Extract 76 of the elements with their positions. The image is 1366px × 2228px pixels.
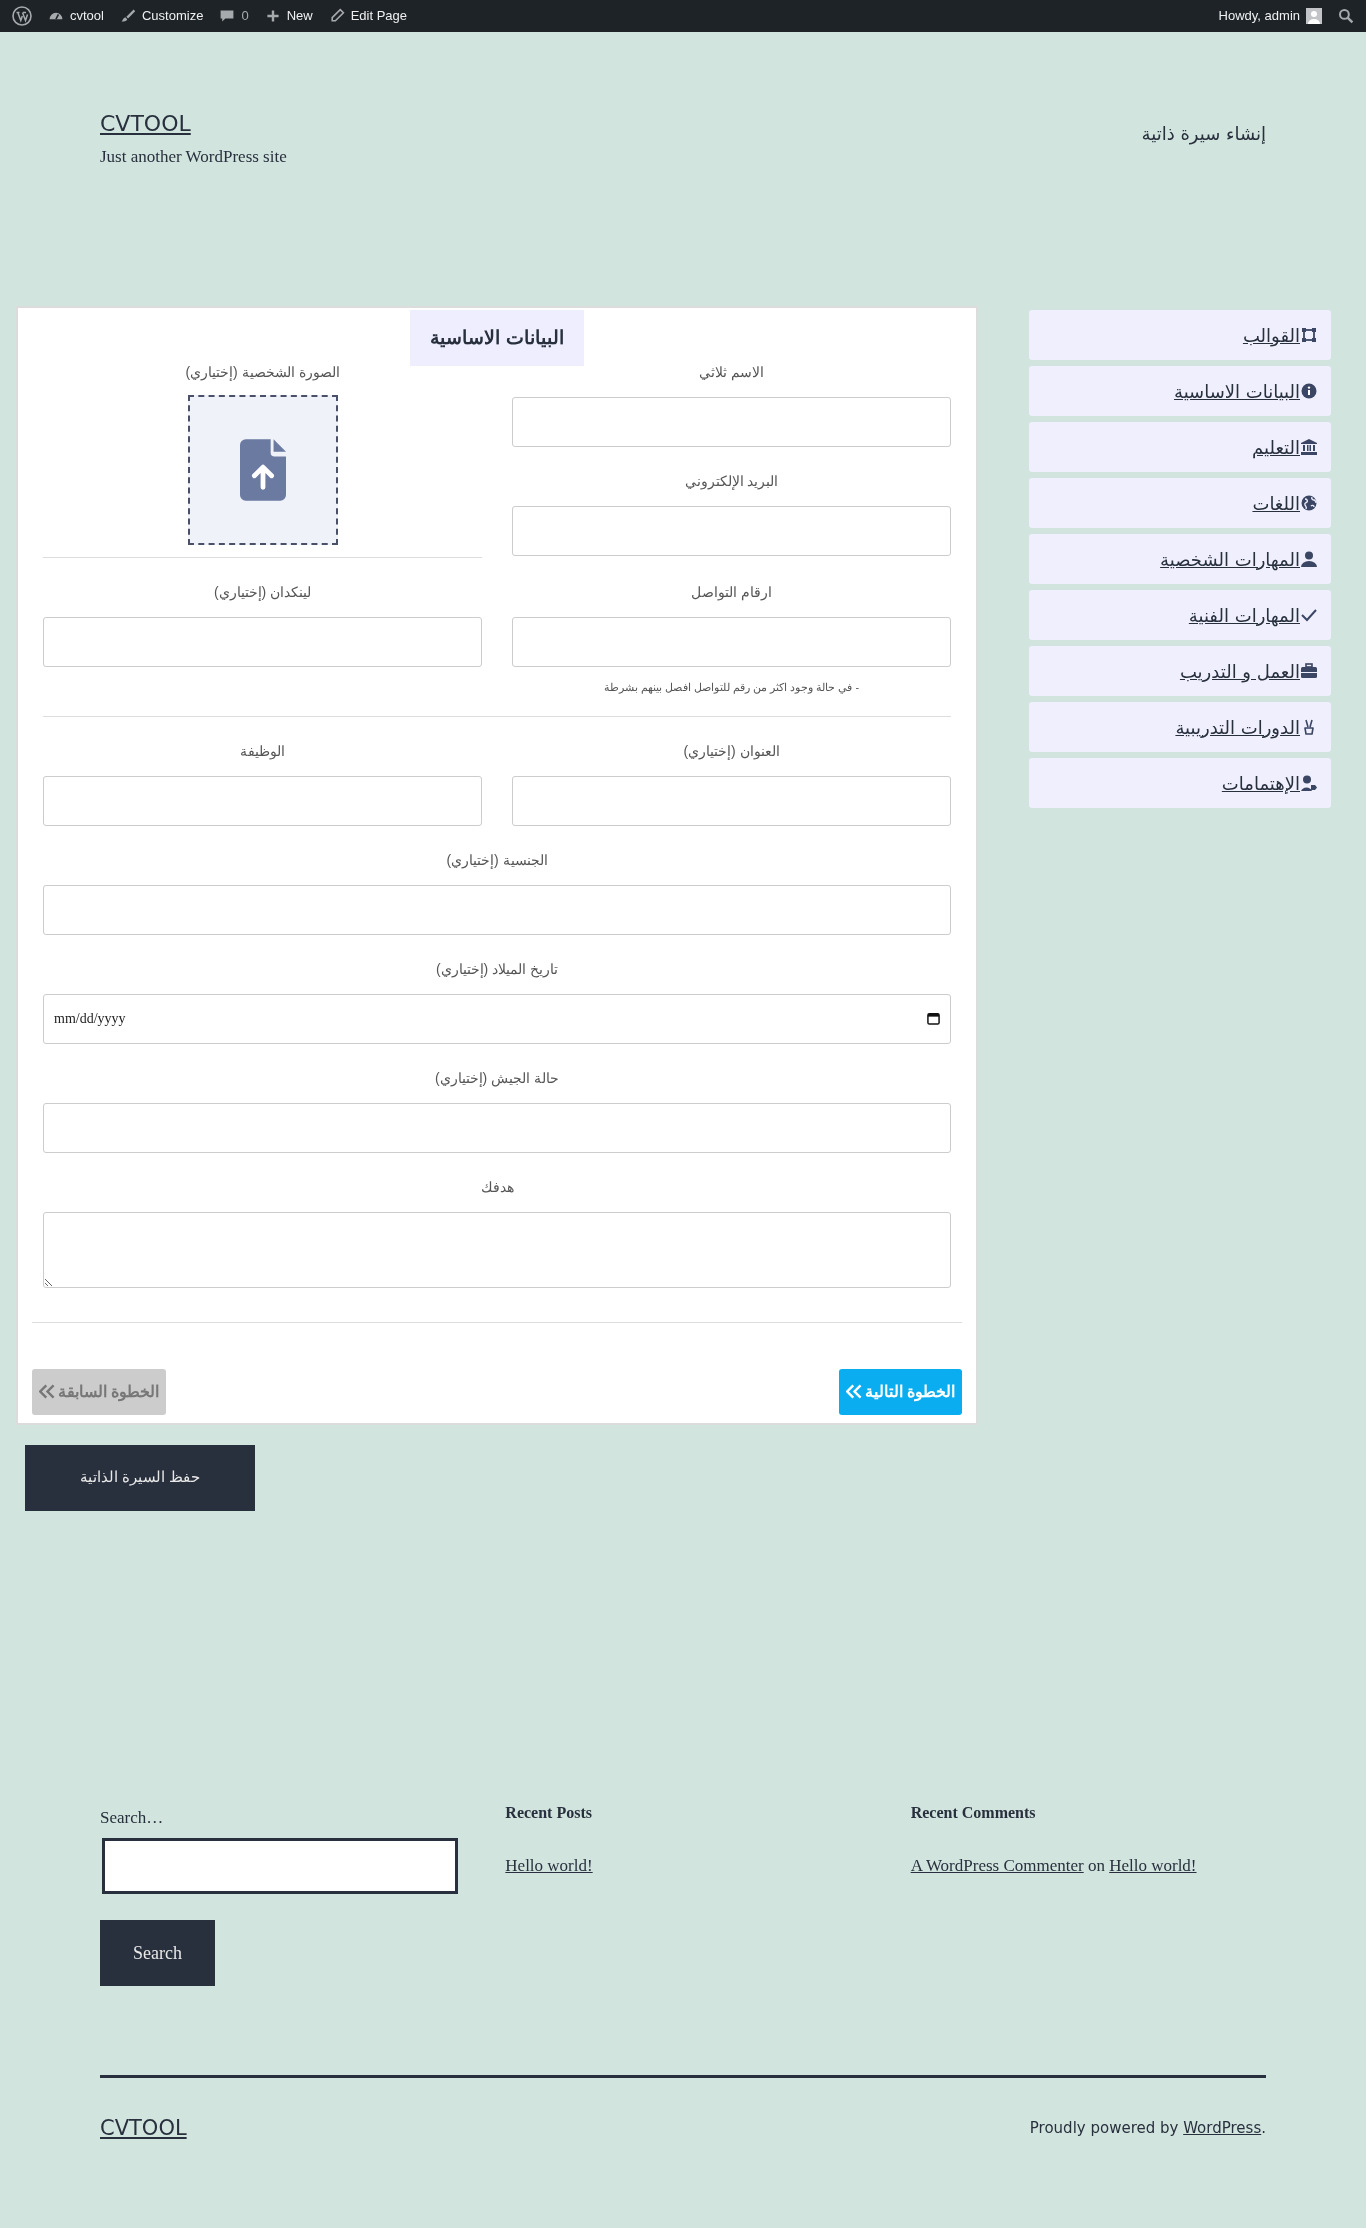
info-circle-icon [1301,383,1317,399]
sidebar-link[interactable]: القوالب [1029,310,1331,360]
site-tagline: Just another WordPress site [100,146,287,168]
double-chevron-icon [39,1383,56,1400]
input-field[interactable] [43,617,482,667]
input-field[interactable] [512,397,951,447]
sidebar-link[interactable]: التعليم [1029,422,1331,472]
double-chevron-icon [845,1383,863,1400]
section-title: البيانات الاساسية [410,310,584,366]
sidebar-link[interactable]: البيانات الاساسية [1029,366,1331,416]
user-tag-icon [1301,775,1317,791]
input-field[interactable] [43,884,951,935]
widget-title: Recent Comments [910,1802,1037,1823]
field-label: ارقام التواصل [690,583,773,603]
file-upload-icon [239,439,286,501]
field-label: هدفك [479,1177,515,1197]
field-label: الجنسية (إختياري) [445,850,549,871]
text-area[interactable] [43,1211,951,1288]
sidebar-link[interactable]: المهارات الفنية [1029,590,1331,640]
admin-bar-link[interactable]: Edit Page [320,0,415,32]
field-label: تاريخ الميلاد (إختياري) [434,959,560,980]
input-field[interactable] [512,617,951,667]
peace-hand-icon [1301,719,1317,735]
sidebar-link[interactable]: الإهتمامات [1029,758,1331,808]
account-menu-link[interactable]: Howdy, admin [1210,0,1330,32]
comment-icon [219,8,236,24]
calendar-icon [927,1012,940,1025]
post-link[interactable]: Hello world! [1109,1855,1197,1875]
field-label: الوظيفة [239,741,286,762]
pencil-icon [328,8,345,24]
input-field[interactable] [512,506,951,556]
user-icon [1301,551,1317,567]
briefcase-icon [1301,663,1317,679]
field-hint: - في حالة وجود اكثر من رقم للتواصل افصل بينهم بشرطة [602,680,861,696]
sidebar-link[interactable]: اللغات [1029,478,1331,528]
field-label: حالة الجيش (إختياري) [433,1068,561,1089]
brush-icon [119,8,136,24]
photo-upload-area[interactable] [187,395,338,545]
sidebar-link[interactable]: الدورات التدريبية [1029,702,1331,752]
search-icon [1338,8,1354,24]
save-cv-button[interactable]: حفظ السيرة الذاتية [25,1444,255,1511]
nav-link[interactable]: إنشاء سيرة ذاتية [1141,120,1266,147]
input-field[interactable] [512,775,951,826]
admin-bar-link[interactable]: New [256,0,321,32]
field-label: العنوان (إختياري) [682,741,781,762]
admin-bar-link[interactable]: cvtool [40,0,112,32]
vector-square-icon [1301,327,1317,343]
field-label: البريد الإلكتروني [683,472,780,492]
search-label: Search… [100,1806,165,1829]
plus-icon [264,8,281,24]
search-submit-button[interactable]: Search [100,1920,215,1986]
search-input[interactable] [102,1838,458,1894]
comment-entry: A WordPress Commenter on Hello world! [910,1854,1198,1877]
sidebar-link[interactable]: العمل و التدريب [1029,646,1331,696]
globe-icon [1301,495,1317,511]
wordpress-link[interactable]: WordPress [1183,2119,1262,2137]
widget-title: Recent Posts [505,1802,593,1823]
field-label: لينكدان (إختياري) [212,583,313,603]
date-value: mm/dd/yyyy [54,1010,126,1028]
field-label: الصورة الشخصية (إختياري) [185,363,340,383]
date-input-field[interactable]: mm/dd/yyyy [43,993,951,1044]
building-columns-icon [1301,439,1317,455]
post-link[interactable]: Hello world! [505,1852,593,1878]
admin-bar-link[interactable]: 0 [211,0,257,32]
sidebar-link[interactable]: المهارات الشخصية [1029,534,1331,584]
credit-text: Proudly powered by WordPress. [1029,2118,1266,2139]
comment-author-link[interactable]: A WordPress Commenter [910,1855,1084,1875]
field-label: الاسم ثلاثي [698,363,765,383]
footer-site-title-link[interactable]: CVTOOL [100,2112,187,2144]
site-title-link[interactable]: CVTOOL [100,110,191,138]
avatar-icon [1306,8,1322,24]
admin-bar-link[interactable]: Customize [111,0,212,32]
check-icon [1301,607,1317,623]
input-field[interactable] [43,1102,951,1153]
input-field[interactable] [43,775,482,826]
wordpress-logo-icon [12,6,32,26]
